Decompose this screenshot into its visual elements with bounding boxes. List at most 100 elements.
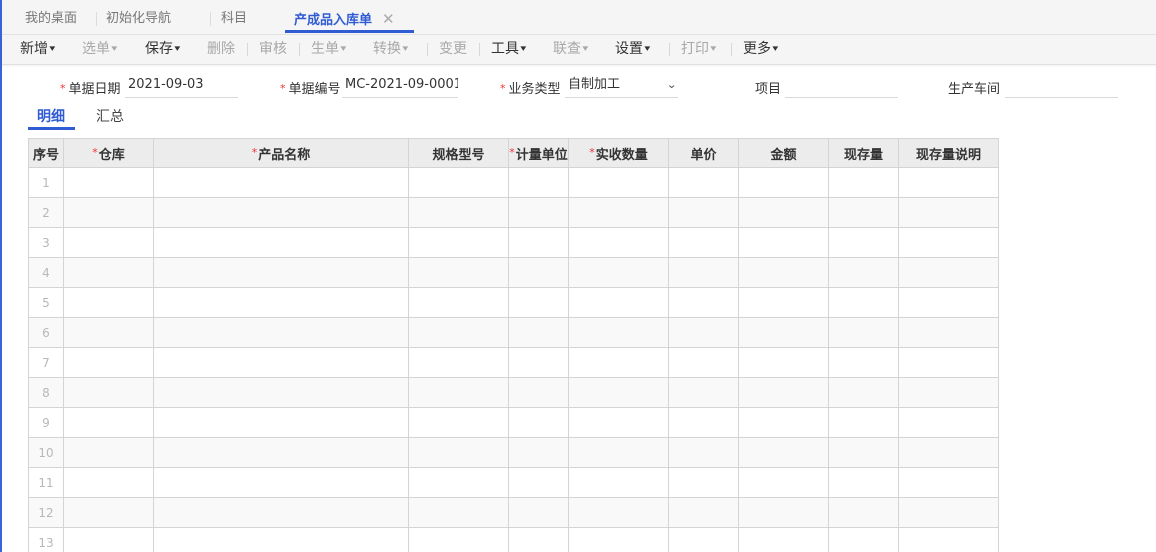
cell-warehouse[interactable] [63,287,154,318]
cell-quantity[interactable] [568,167,669,198]
cell-product-name[interactable] [153,497,409,528]
table-row[interactable]: 12 [28,497,999,528]
cell-stock[interactable] [828,197,899,228]
cell-price[interactable] [668,497,739,528]
convert-button[interactable]: 转换▾ [373,35,408,64]
cell-spec[interactable] [408,317,509,348]
cell-warehouse[interactable] [63,317,154,348]
cell-stock-note[interactable] [898,287,999,318]
column-header-warehouse[interactable]: *仓库 [63,138,154,168]
cell-product-name[interactable] [153,437,409,468]
cell-amount[interactable] [738,167,829,198]
table-row[interactable]: 1 [28,167,999,198]
cell-product-name[interactable] [153,467,409,498]
cell-amount[interactable] [738,437,829,468]
cell-unit[interactable] [508,347,569,378]
approve-button[interactable]: 审核 [259,35,287,64]
cell-spec[interactable] [408,407,509,438]
cell-price[interactable] [668,407,739,438]
cell-product-name[interactable] [153,347,409,378]
cell-amount[interactable] [738,287,829,318]
cell-stock-note[interactable] [898,167,999,198]
cell-quantity[interactable] [568,287,669,318]
cell-spec[interactable] [408,377,509,408]
cell-spec[interactable] [408,257,509,288]
new-button[interactable]: 新增▾ [20,35,55,64]
cell-product-name[interactable] [153,227,409,258]
tab-accounts[interactable]: 科目 [221,0,247,34]
tab-init-guide[interactable]: 初始化导航 [106,0,171,34]
cell-spec[interactable] [408,227,509,258]
cell-unit[interactable] [508,287,569,318]
column-header-amount[interactable]: 金额 [738,138,829,168]
table-row[interactable]: 4 [28,257,999,288]
cell-product-name[interactable] [153,377,409,408]
cell-product-name[interactable] [153,317,409,348]
cell-warehouse[interactable] [63,167,154,198]
cell-warehouse[interactable] [63,257,154,288]
cell-stock[interactable] [828,437,899,468]
cell-stock[interactable] [828,467,899,498]
cell-unit[interactable] [508,197,569,228]
cell-stock-note[interactable] [898,377,999,408]
cell-quantity[interactable] [568,407,669,438]
cell-product-name[interactable] [153,407,409,438]
cell-unit[interactable] [508,317,569,348]
cell-unit[interactable] [508,527,569,552]
cell-stock-note[interactable] [898,317,999,348]
cell-quantity[interactable] [568,377,669,408]
cell-price[interactable] [668,257,739,288]
table-row[interactable]: 9 [28,407,999,438]
cell-unit[interactable] [508,227,569,258]
save-button[interactable]: 保存▾ [145,35,180,64]
cell-spec[interactable] [408,197,509,228]
cell-warehouse[interactable] [63,347,154,378]
cell-spec[interactable] [408,287,509,318]
cell-unit[interactable] [508,497,569,528]
cell-amount[interactable] [738,467,829,498]
cell-quantity[interactable] [568,467,669,498]
cell-product-name[interactable] [153,287,409,318]
cell-warehouse[interactable] [63,407,154,438]
cell-price[interactable] [668,317,739,348]
cell-amount[interactable] [738,527,829,552]
project-field[interactable] [785,71,898,98]
workshop-field[interactable] [1005,71,1118,98]
cell-stock-note[interactable] [898,227,999,258]
cell-quantity[interactable] [568,227,669,258]
biztype-select[interactable]: 自制加工 ⌄ [565,71,678,98]
cell-amount[interactable] [738,407,829,438]
cell-stock[interactable] [828,497,899,528]
cell-unit[interactable] [508,257,569,288]
table-row[interactable]: 7 [28,347,999,378]
table-row[interactable]: 10 [28,437,999,468]
cell-stock[interactable] [828,287,899,318]
more-button[interactable]: 更多▾ [743,35,778,64]
cell-stock[interactable] [828,227,899,258]
date-field[interactable]: 2021-09-03 [125,71,238,98]
cell-spec[interactable] [408,527,509,552]
cell-amount[interactable] [738,197,829,228]
cell-spec[interactable] [408,347,509,378]
cell-product-name[interactable] [153,257,409,288]
table-row[interactable]: 13 [28,527,999,552]
cell-quantity[interactable] [568,527,669,552]
cell-unit[interactable] [508,377,569,408]
cell-quantity[interactable] [568,257,669,288]
close-icon[interactable]: ✕ [382,10,395,28]
cell-quantity[interactable] [568,347,669,378]
cell-stock[interactable] [828,257,899,288]
cell-stock-note[interactable] [898,407,999,438]
cell-warehouse[interactable] [63,197,154,228]
settings-button[interactable]: 设置▾ [615,35,650,64]
cell-unit[interactable] [508,467,569,498]
cell-price[interactable] [668,287,739,318]
cell-price[interactable] [668,377,739,408]
column-header-index[interactable]: 序号 [28,138,64,168]
cell-warehouse[interactable] [63,377,154,408]
cell-product-name[interactable] [153,167,409,198]
column-header-price[interactable]: 单价 [668,138,739,168]
cell-stock-note[interactable] [898,257,999,288]
cell-stock-note[interactable] [898,467,999,498]
delete-button[interactable]: 删除 [207,35,235,64]
